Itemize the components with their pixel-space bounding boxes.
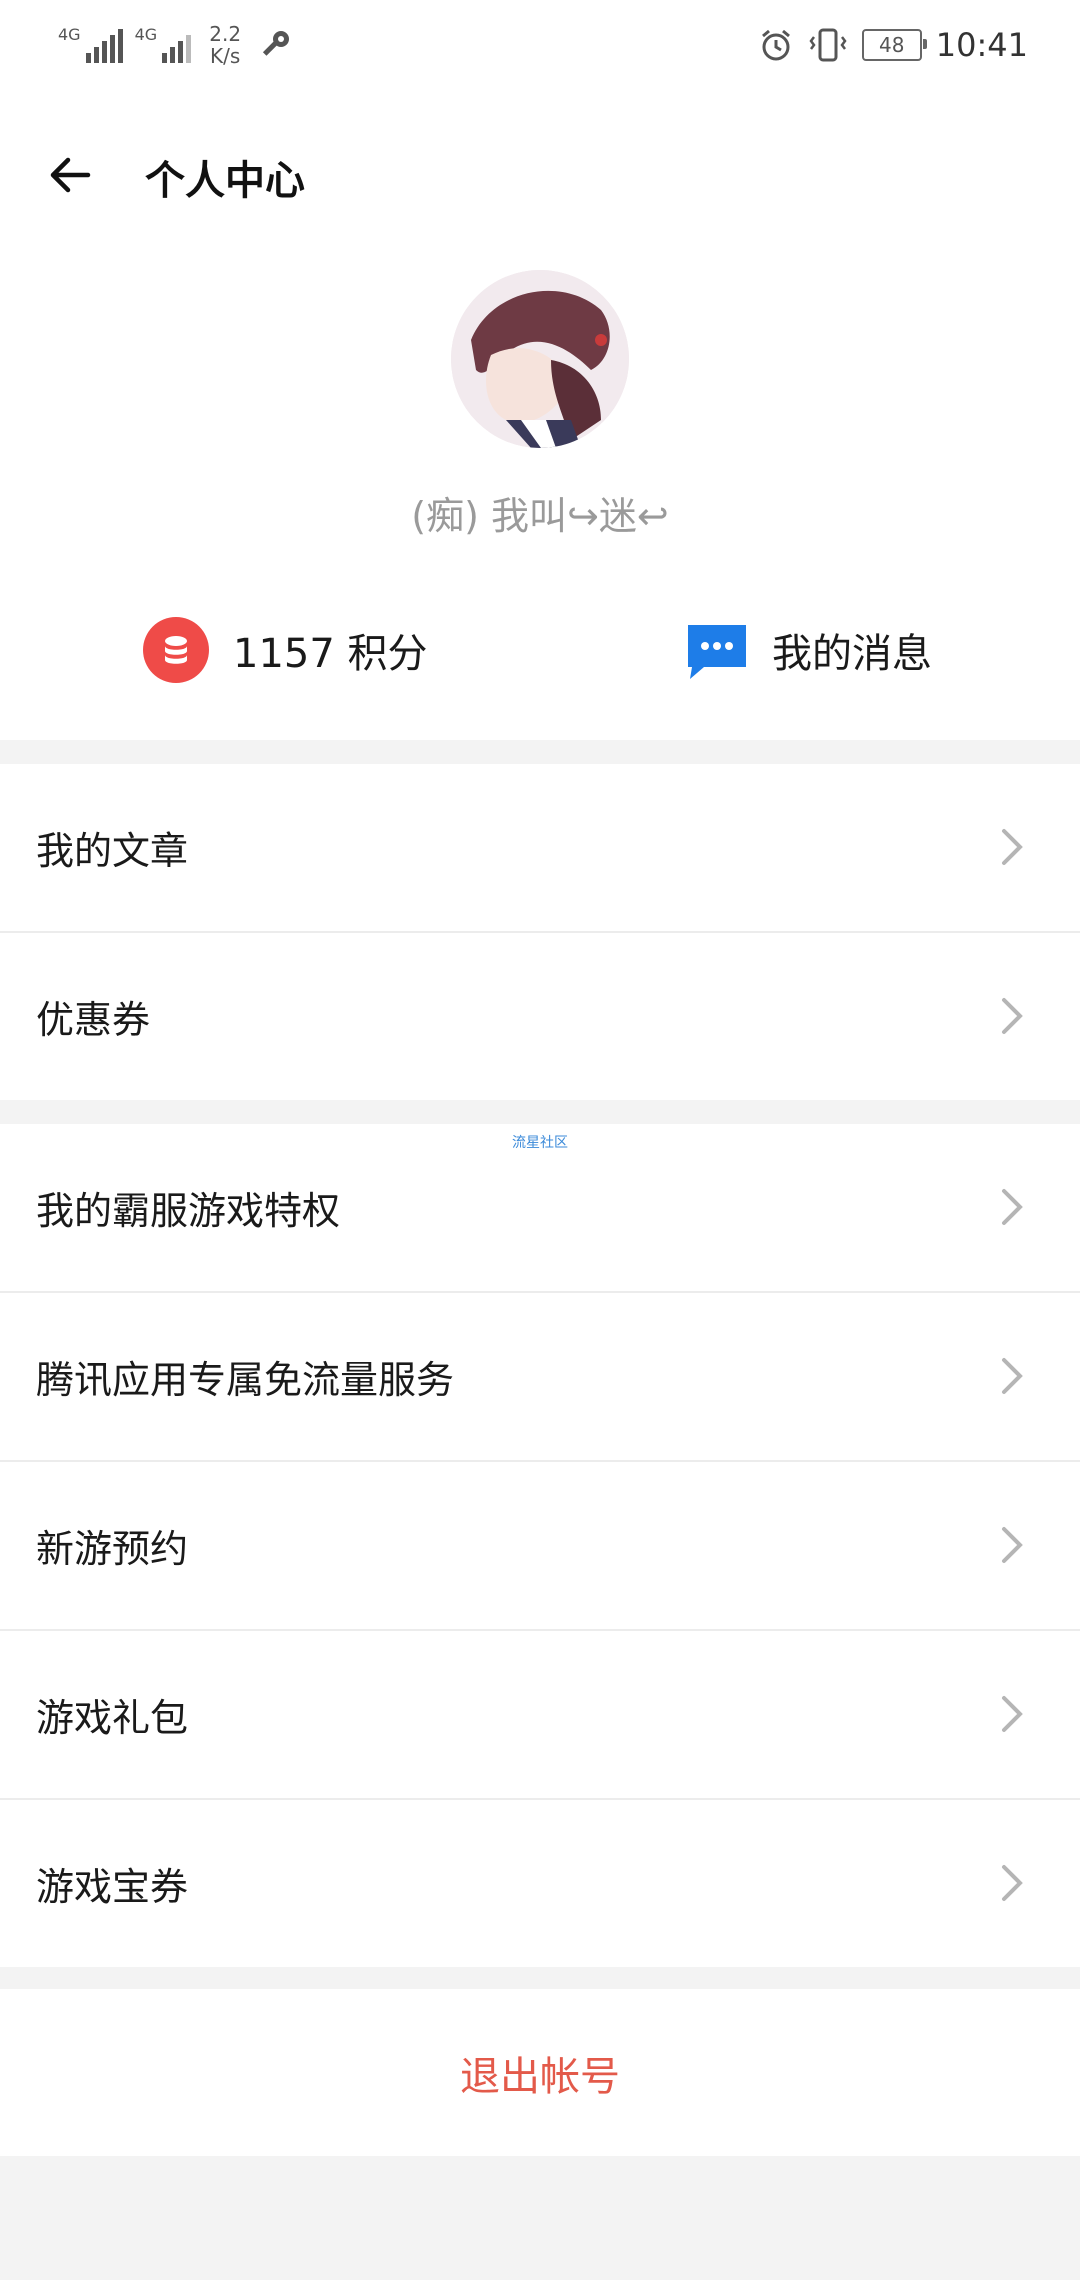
status-right: 48 10:41	[758, 20, 1028, 70]
menu-item-label: 新游预约	[36, 1527, 189, 1571]
key-icon	[263, 31, 290, 56]
page: 4G 4G 2.2 K/s 48 10:41 个人中心 (痴) 我叫↪迷↩ 11…	[0, 0, 1080, 2280]
menu-item-game-vouchers[interactable]: 游戏宝券	[0, 1800, 1080, 1967]
nickname: (痴) 我叫↪迷↩	[411, 494, 669, 538]
chevron-right-icon	[1002, 829, 1023, 865]
signal-icon: 4G	[58, 27, 123, 63]
points-button[interactable]: 1157 积分	[143, 615, 428, 685]
arrow-left-icon	[50, 157, 91, 193]
clock: 10:41	[935, 26, 1028, 64]
menu-item-coupons[interactable]: 优惠券	[0, 933, 1080, 1100]
battery-level: 48	[879, 33, 905, 57]
page-title: 个人中心	[145, 158, 305, 204]
chat-bubble-icon	[688, 625, 746, 679]
status-bar: 4G 4G 2.2 K/s 48 10:41	[0, 0, 1080, 90]
network-type-1: 4G	[58, 25, 81, 44]
back-button[interactable]	[40, 145, 100, 205]
chevron-right-icon	[1002, 998, 1023, 1034]
vibrate-icon	[809, 28, 847, 62]
signal-icon-2: 4G	[135, 27, 192, 63]
messages-button[interactable]: 我的消息	[686, 615, 932, 685]
logout-label: 退出帐号	[460, 2053, 620, 2100]
battery-indicator: 48	[861, 29, 927, 61]
profile-section: (痴) 我叫↪迷↩ 1157 积分 我的消息	[0, 260, 1080, 740]
menu-group-2: 流星社区 我的霸服游戏特权 腾讯应用专属免流量服务 新游预约 游戏礼包 游戏宝券	[0, 1124, 1080, 1967]
menu-item-new-game-reservation[interactable]: 新游预约	[0, 1462, 1080, 1631]
menu-item-label: 优惠券	[36, 998, 151, 1042]
menu-item-game-gifts[interactable]: 游戏礼包	[0, 1631, 1080, 1800]
menu-item-game-privilege[interactable]: 我的霸服游戏特权	[0, 1124, 1080, 1293]
app-header: 个人中心	[0, 90, 1080, 260]
logout-button[interactable]: 退出帐号	[0, 1989, 1080, 2156]
chevron-right-icon	[1002, 1865, 1023, 1901]
alarm-icon	[761, 29, 790, 61]
menu-group-1: 我的文章 优惠券	[0, 764, 1080, 1100]
messages-label: 我的消息	[772, 631, 932, 677]
network-type-2: 4G	[134, 25, 158, 44]
status-left: 4G 4G 2.2 K/s	[58, 20, 293, 70]
chevron-right-icon	[1002, 1527, 1023, 1563]
menu-item-label: 腾讯应用专属免流量服务	[36, 1358, 455, 1402]
avatar[interactable]	[451, 270, 629, 448]
points-label: 1157 积分	[233, 631, 428, 677]
chevron-right-icon	[1002, 1358, 1023, 1394]
chevron-right-icon	[1002, 1696, 1023, 1732]
menu-item-label: 我的文章	[36, 829, 189, 873]
menu-item-label: 我的霸服游戏特权	[36, 1189, 341, 1233]
chevron-right-icon	[1002, 1189, 1023, 1225]
avatar-image	[451, 270, 629, 448]
menu-item-label: 游戏礼包	[36, 1696, 189, 1740]
menu-item-free-data-service[interactable]: 腾讯应用专属免流量服务	[0, 1293, 1080, 1462]
network-speed: 2.2 K/s	[209, 22, 242, 68]
menu-item-my-articles[interactable]: 我的文章	[0, 764, 1080, 933]
coin-stack-icon	[143, 617, 209, 683]
menu-item-label: 游戏宝券	[36, 1865, 189, 1909]
